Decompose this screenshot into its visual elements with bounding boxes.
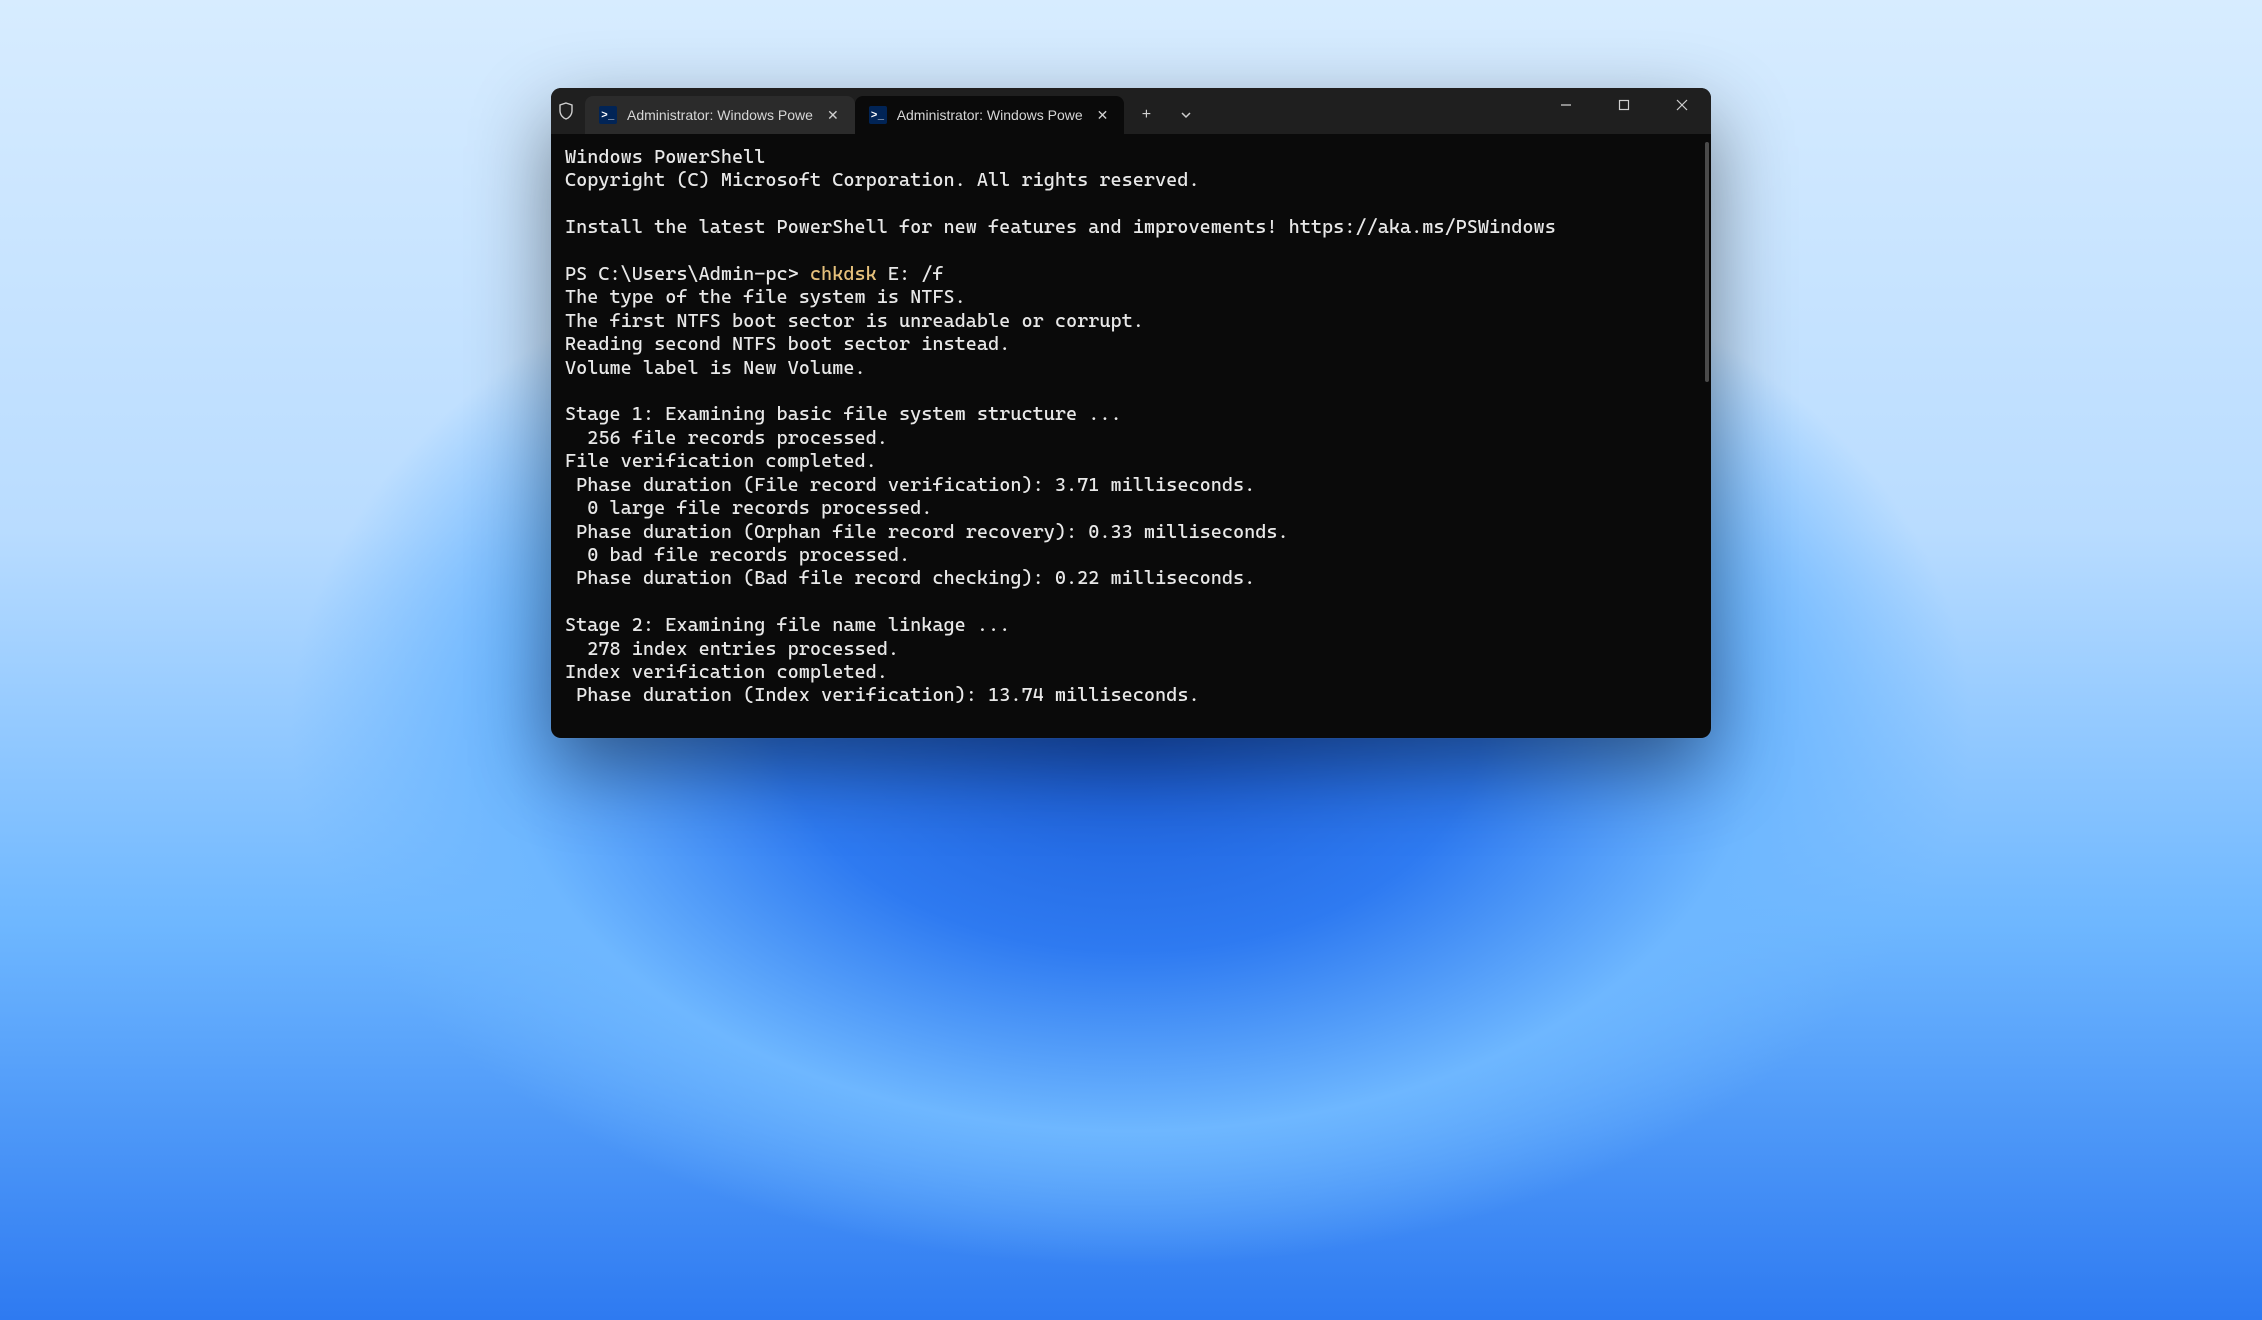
maximize-button[interactable] xyxy=(1595,88,1653,122)
terminal-window: >_ Administrator: Windows Powe ✕ >_ Admi… xyxy=(551,88,1711,738)
new-tab-button[interactable]: + xyxy=(1128,96,1164,134)
powershell-icon: >_ xyxy=(869,106,887,124)
tab-title: Administrator: Windows Powe xyxy=(897,107,1083,123)
scrollbar-thumb[interactable] xyxy=(1705,142,1709,382)
shield-icon xyxy=(551,88,581,134)
window-controls xyxy=(1537,88,1711,134)
terminal-header-text: Windows PowerShell Copyright (C) Microso… xyxy=(565,146,1697,708)
command-highlight: chkdsk xyxy=(810,263,877,285)
tab-strip: >_ Administrator: Windows Powe ✕ >_ Admi… xyxy=(581,96,1537,134)
powershell-icon: >_ xyxy=(599,106,617,124)
tab-title: Administrator: Windows Powe xyxy=(627,107,813,123)
close-tab-icon[interactable]: ✕ xyxy=(823,105,843,126)
tab-dropdown-button[interactable] xyxy=(1168,96,1204,134)
terminal-pane[interactable]: Windows PowerShell Copyright (C) Microso… xyxy=(551,134,1711,738)
tab-powershell-1[interactable]: >_ Administrator: Windows Powe ✕ xyxy=(585,96,855,134)
titlebar[interactable]: >_ Administrator: Windows Powe ✕ >_ Admi… xyxy=(551,88,1711,134)
close-tab-icon[interactable]: ✕ xyxy=(1093,105,1113,126)
prompt-text: PS C:\Users\Admin-pc> xyxy=(565,263,810,285)
minimize-button[interactable] xyxy=(1537,88,1595,122)
tab-powershell-2[interactable]: >_ Administrator: Windows Powe ✕ xyxy=(855,96,1125,134)
close-window-button[interactable] xyxy=(1653,88,1711,122)
command-args: E: /f xyxy=(877,263,944,285)
